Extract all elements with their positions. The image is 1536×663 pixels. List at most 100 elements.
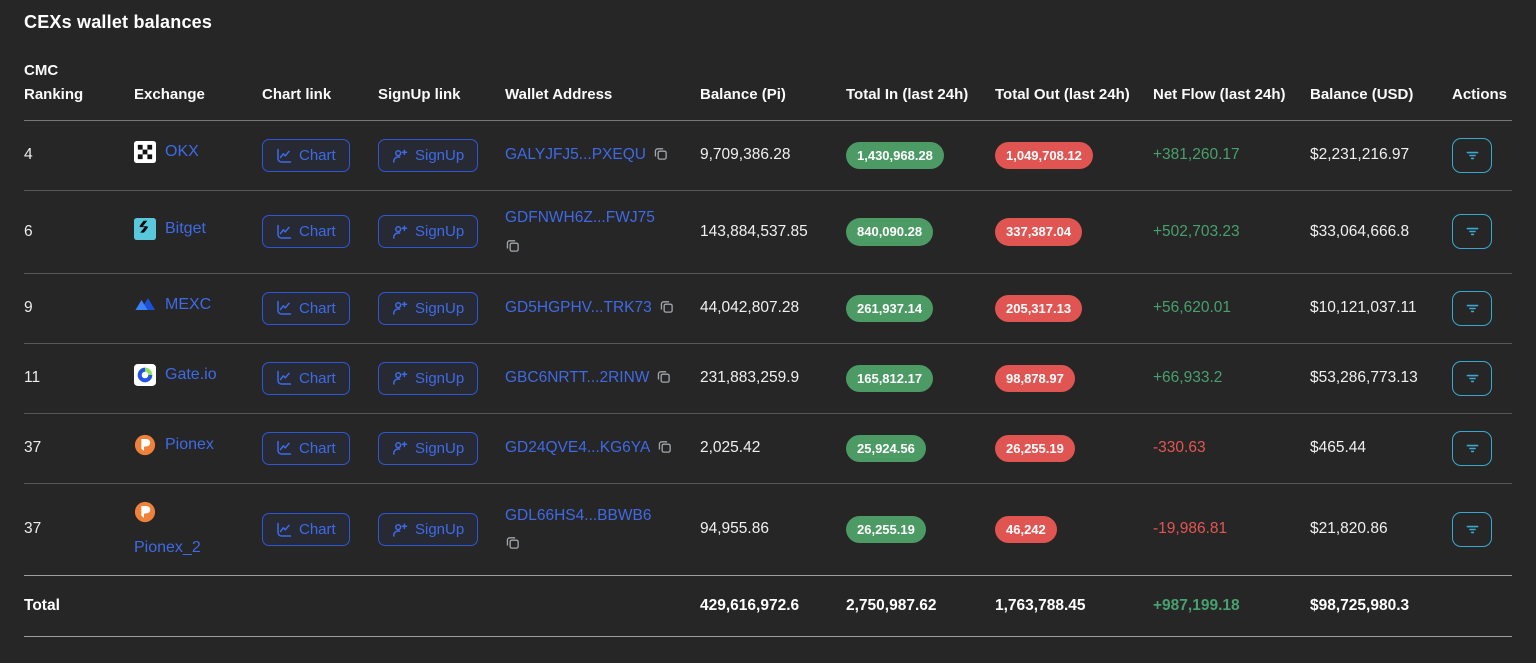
exchange-name: Gate.io bbox=[165, 366, 217, 384]
wallet-address-link[interactable]: GBC6NRTT...2RINW bbox=[505, 369, 671, 386]
chart-button[interactable]: Chart bbox=[262, 361, 350, 395]
exchange-cell: Pionex_2 bbox=[134, 483, 262, 577]
wallet-address-link[interactable]: GD5HGPHV...TRK73 bbox=[505, 299, 674, 316]
chart-button[interactable]: Chart bbox=[262, 139, 350, 172]
row-actions-button[interactable] bbox=[1452, 214, 1492, 250]
cmc-ranking-value: 37 bbox=[24, 438, 42, 456]
table-row: 37 Pionex Chart SignUp GD24QVE4...KG6YA … bbox=[24, 413, 1512, 484]
exchange-cell: Pionex bbox=[134, 413, 262, 484]
filter-lines-icon bbox=[1464, 223, 1481, 240]
net-flow-cell: +502,703.23 bbox=[1153, 190, 1310, 274]
total-out-cell: 46,242 bbox=[995, 483, 1153, 577]
net-flow-value: +56,620.01 bbox=[1153, 298, 1232, 316]
copy-icon[interactable] bbox=[659, 299, 674, 317]
balance-usd-value: $465.44 bbox=[1310, 438, 1367, 456]
total-balance-pi: 429,616,972.6 bbox=[700, 575, 846, 638]
balance-pi-value: 94,955.86 bbox=[700, 520, 769, 538]
balance-pi-value: 231,883,259.9 bbox=[700, 368, 800, 386]
chart-button[interactable]: Chart bbox=[262, 513, 350, 547]
total-label: Total bbox=[24, 575, 134, 638]
filter-lines-icon bbox=[1464, 300, 1481, 317]
person-add-icon bbox=[392, 440, 408, 456]
signup-button-label: SignUp bbox=[415, 299, 465, 317]
chart-link-cell: Chart bbox=[262, 273, 378, 344]
table-row: 37 Pionex_2 Chart SignUp GDL66HS4...BBWB… bbox=[24, 483, 1512, 577]
chart-button-label: Chart bbox=[299, 439, 336, 457]
total-out-cell: 1,049,708.12 bbox=[995, 120, 1153, 191]
exchange-link[interactable]: OKX bbox=[134, 141, 199, 164]
exchange-link[interactable]: MEXC bbox=[134, 294, 211, 316]
row-actions-button[interactable] bbox=[1452, 512, 1492, 548]
exchange-cell: MEXC bbox=[134, 273, 262, 344]
wallet-address-link[interactable]: GALYJFJ5...PXEQU bbox=[505, 146, 668, 163]
total-out-badge: 46,242 bbox=[995, 515, 1057, 544]
net-flow-cell: -330.63 bbox=[1153, 413, 1310, 484]
row-actions-button[interactable] bbox=[1452, 138, 1492, 173]
balance-pi-cell: 9,709,386.28 bbox=[700, 120, 846, 191]
chart-button-label: Chart bbox=[299, 299, 336, 317]
filter-lines-icon bbox=[1464, 440, 1481, 457]
row-actions-button[interactable] bbox=[1452, 430, 1492, 466]
wallet-address-link[interactable]: GD24QVE4...KG6YA bbox=[505, 439, 672, 456]
exchange-link[interactable]: Pionex bbox=[134, 434, 214, 456]
wallet-address-cell: GD5HGPHV...TRK73 bbox=[505, 273, 700, 344]
exchange-cell: Bitget bbox=[134, 190, 262, 274]
copy-icon[interactable] bbox=[653, 146, 668, 164]
net-flow-cell: +381,260.17 bbox=[1153, 120, 1310, 191]
balance-usd-value: $53,286,773.13 bbox=[1310, 368, 1418, 386]
signup-button[interactable]: SignUp bbox=[378, 431, 479, 465]
column-header-total-out: Total Out (last 24h) bbox=[995, 59, 1153, 121]
wallet-address-link[interactable]: GDL66HS4...BBWB6 bbox=[505, 507, 684, 554]
copy-icon[interactable] bbox=[657, 439, 672, 457]
cmc-ranking-value: 9 bbox=[24, 298, 33, 316]
person-add-icon bbox=[392, 370, 408, 386]
net-flow-value: -19,986.81 bbox=[1153, 520, 1228, 538]
wallet-address-text: GDL66HS4...BBWB6 bbox=[505, 506, 652, 524]
signup-link-cell: SignUp bbox=[378, 273, 505, 344]
copy-icon[interactable] bbox=[505, 535, 520, 553]
cmc-ranking-value: 37 bbox=[24, 520, 42, 538]
cmc-ranking-value: 11 bbox=[24, 368, 41, 386]
signup-link-cell: SignUp bbox=[378, 190, 505, 274]
signup-button[interactable]: SignUp bbox=[378, 513, 479, 547]
chart-link-cell: Chart bbox=[262, 190, 378, 274]
actions-cell bbox=[1452, 413, 1512, 484]
exchange-link[interactable]: Bitget bbox=[134, 217, 206, 240]
person-add-icon bbox=[392, 148, 408, 164]
wallet-address-link[interactable]: GDFNWH6Z...FWJ75 bbox=[505, 209, 684, 256]
balance-pi-cell: 2,025.42 bbox=[700, 413, 846, 484]
row-actions-button[interactable] bbox=[1452, 360, 1492, 396]
copy-icon[interactable] bbox=[656, 369, 671, 387]
wallet-address-text: GD24QVE4...KG6YA bbox=[505, 438, 651, 456]
chart-button[interactable]: Chart bbox=[262, 291, 350, 325]
balance-pi-value: 44,042,807.28 bbox=[700, 298, 800, 316]
signup-button[interactable]: SignUp bbox=[378, 291, 479, 325]
cmc-ranking-value: 6 bbox=[24, 222, 33, 240]
cmc-ranking-cell: 11 bbox=[24, 343, 134, 414]
exchange-name: MEXC bbox=[165, 296, 212, 314]
total-balance-usd: $98,725,980.3 bbox=[1310, 575, 1452, 638]
total-in-cell: 261,937.14 bbox=[846, 273, 995, 344]
line-chart-icon bbox=[276, 370, 292, 386]
chart-button[interactable]: Chart bbox=[262, 431, 350, 465]
exchange-link[interactable]: Gate.io bbox=[134, 363, 217, 386]
row-actions-button[interactable] bbox=[1452, 290, 1492, 326]
balance-usd-cell: $2,231,216.97 bbox=[1310, 120, 1452, 191]
chart-button[interactable]: Chart bbox=[262, 215, 350, 249]
total-out-cell: 337,387.04 bbox=[995, 190, 1153, 274]
total-in-badge: 25,924.56 bbox=[846, 434, 926, 463]
copy-icon[interactable] bbox=[505, 238, 520, 256]
total-in-cell: 840,090.28 bbox=[846, 190, 995, 274]
balance-usd-cell: $53,286,773.13 bbox=[1310, 343, 1452, 414]
signup-button[interactable]: SignUp bbox=[378, 139, 479, 172]
signup-button[interactable]: SignUp bbox=[378, 361, 479, 395]
exchange-name: Pionex bbox=[165, 436, 214, 454]
table-footer: Total 429,616,972.6 2,750,987.62 1,763,7… bbox=[24, 575, 1512, 638]
exchange-link[interactable]: Pionex_2 bbox=[134, 501, 246, 558]
total-out-cell: 26,255.19 bbox=[995, 413, 1153, 484]
signup-button[interactable]: SignUp bbox=[378, 215, 479, 249]
balance-usd-cell: $10,121,037.11 bbox=[1310, 273, 1452, 344]
balance-pi-cell: 94,955.86 bbox=[700, 483, 846, 577]
person-add-icon bbox=[392, 522, 408, 538]
column-header-balance-usd: Balance (USD) bbox=[1310, 59, 1452, 121]
